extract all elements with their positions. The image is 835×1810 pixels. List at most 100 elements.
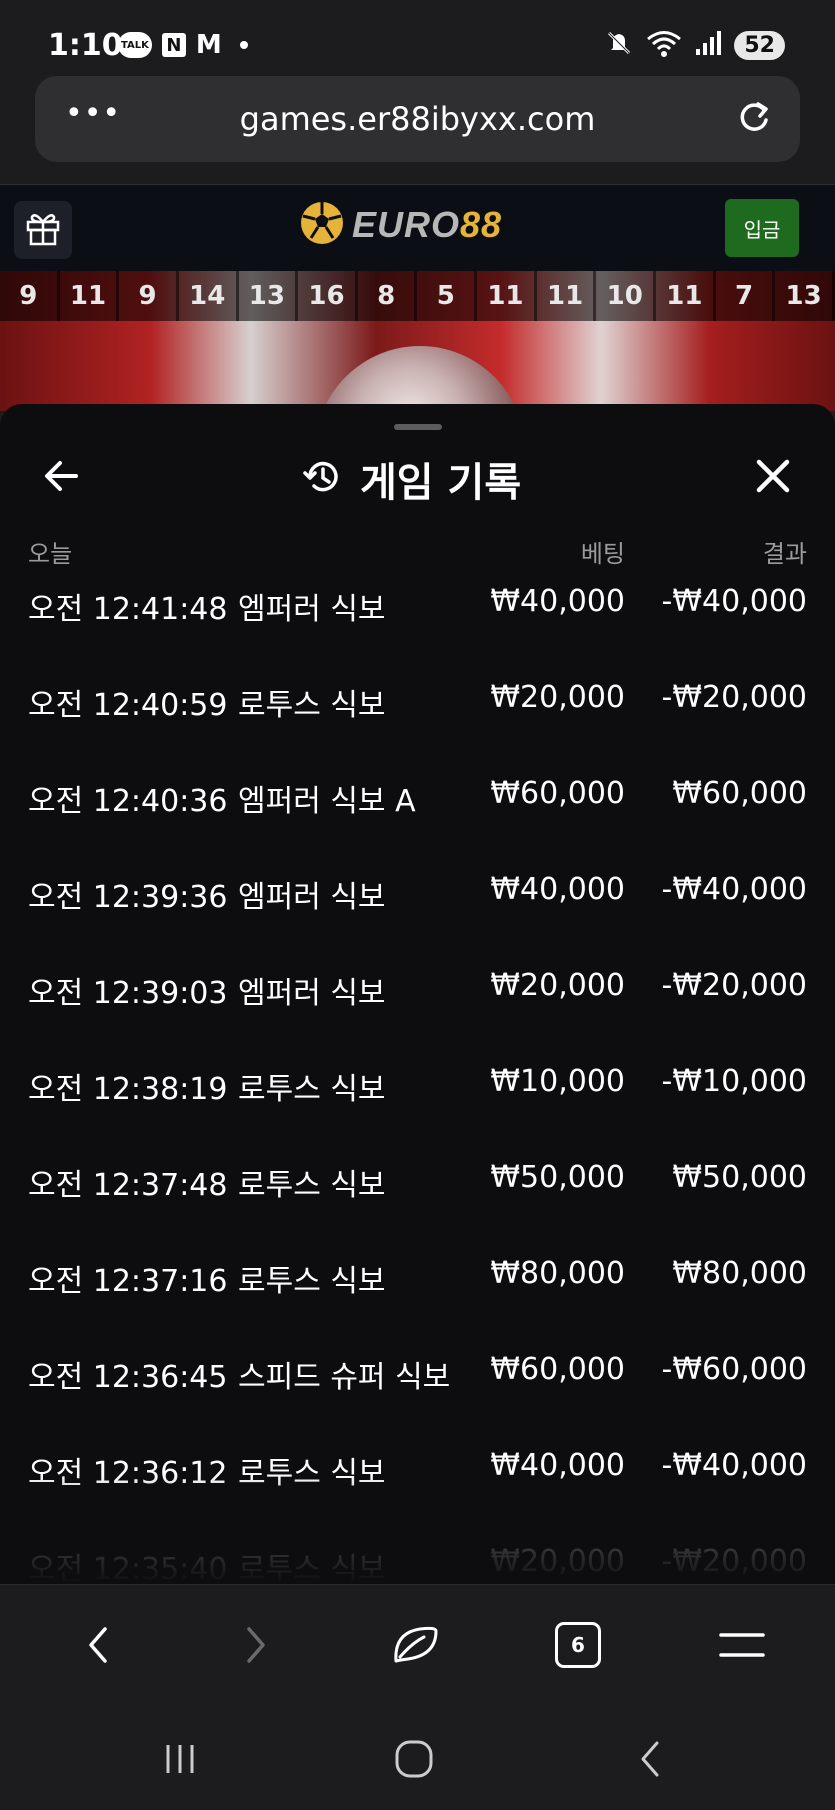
home-leaf-button[interactable] (386, 1615, 446, 1675)
roadmap-cell: 11 (537, 271, 597, 321)
logo-prefix: EURO (352, 204, 461, 245)
row-bet: ₩40,000 (490, 872, 625, 907)
leaf-icon (394, 1626, 438, 1663)
sheet-drag-handle[interactable] (394, 424, 442, 430)
back-button[interactable] (40, 454, 84, 502)
row-result: -₩10,000 (661, 1064, 807, 1099)
euro88-logo[interactable]: EURO88 (298, 199, 502, 251)
clock: 1:10 (48, 28, 123, 63)
history-list[interactable]: 오전 12:41:48 엠퍼러 식보 ₩40,000 -₩40,000 오전 12:40… (0, 584, 835, 1584)
row-result: ₩80,000 (672, 1256, 807, 1291)
soccer-ball-icon (298, 199, 346, 251)
browser-menu-button[interactable] (712, 1615, 772, 1675)
roadmap-cell: 8 (358, 271, 418, 321)
signal-icon (694, 29, 722, 61)
url-text[interactable]: games.er88ibyxx.com (35, 100, 800, 138)
close-button[interactable] (751, 454, 795, 502)
notification-icons: TALK N M (118, 30, 248, 60)
row-time: 오전 12:38:19 (28, 1072, 228, 1107)
wifi-icon (646, 28, 682, 62)
system-status-icons: 52 (604, 28, 785, 62)
row-bet: ₩20,000 (490, 1544, 625, 1579)
row-bet: ₩40,000 (490, 584, 625, 619)
gift-icon (23, 208, 63, 252)
system-back-icon (641, 1741, 659, 1777)
history-row[interactable]: 오전 12:39:36 엠퍼러 식보 ₩40,000 -₩40,000 (0, 872, 835, 968)
system-navigation-bar (0, 1704, 835, 1810)
gift-button[interactable] (14, 201, 72, 259)
sheet-title: 게임 기록 (302, 450, 521, 508)
tabs-count: 6 (555, 1622, 601, 1668)
history-row[interactable]: 오전 12:39:03 엠퍼러 식보 ₩20,000 -₩20,000 (0, 968, 835, 1064)
row-bet: ₩20,000 (490, 968, 625, 1003)
close-icon (756, 459, 790, 493)
row-result: -₩40,000 (661, 584, 807, 619)
row-result: -₩60,000 (661, 1352, 807, 1387)
home-icon (395, 1740, 433, 1778)
row-bet: ₩50,000 (490, 1160, 625, 1195)
history-row[interactable]: 오전 12:40:59 로투스 식보 ₩20,000 -₩20,000 (0, 680, 835, 776)
row-result: -₩20,000 (661, 968, 807, 1003)
row-result: -₩20,000 (661, 680, 807, 715)
recent-apps-button[interactable] (150, 1734, 210, 1784)
roadmap-cell: 13 (775, 271, 835, 321)
history-row[interactable]: 오전 12:40:36 엠퍼러 식보 A ₩60,000 ₩60,000 (0, 776, 835, 872)
roadmap-cell: 14 (179, 271, 239, 321)
reload-icon[interactable] (734, 98, 774, 142)
row-time: 오전 12:37:16 (28, 1264, 228, 1299)
history-icon (302, 456, 344, 502)
history-row[interactable]: 오전 12:35:40 로투스 식보 ₩20,000 -₩20,000 (0, 1544, 835, 1584)
roadmap-cell: 10 (596, 271, 657, 321)
row-result: ₩60,000 (672, 776, 807, 811)
row-bet: ₩60,000 (490, 776, 625, 811)
row-result: ₩50,000 (672, 1160, 807, 1195)
sheet-header: 게임 기록 (0, 444, 835, 514)
site-header: EURO88 입금 (0, 184, 835, 271)
row-result: -₩40,000 (661, 872, 807, 907)
row-bet: ₩60,000 (490, 1352, 625, 1387)
back-arrow-icon (45, 461, 78, 491)
row-time: 오전 12:40:59 (28, 688, 228, 723)
roadmap-cell: 11 (656, 271, 716, 321)
history-row[interactable]: 오전 12:41:48 엠퍼러 식보 ₩40,000 -₩40,000 (0, 584, 835, 680)
game-history-sheet: 게임 기록 오늘 베팅 결과 오전 12:41:48 엠퍼러 식보 ₩40,000 -… (0, 404, 835, 1584)
history-row[interactable]: 오전 12:36:45 스피드 슈퍼 식보 ₩60,000 -₩60,000 (0, 1352, 835, 1448)
naver-icon: N (161, 33, 186, 57)
dice-shaker-image (315, 346, 525, 411)
row-time: 오전 12:39:03 (28, 976, 228, 1011)
system-home-button[interactable] (384, 1734, 444, 1784)
logo-suffix: 88 (460, 204, 503, 245)
row-game: 엠퍼러 식보 A (238, 784, 416, 819)
history-row[interactable]: 오전 12:38:19 로투스 식보 ₩10,000 -₩10,000 (0, 1064, 835, 1160)
chevron-left-icon (89, 1627, 107, 1663)
roadmap-cell: 9 (119, 271, 179, 321)
row-game: 엠퍼러 식보 (238, 880, 386, 915)
roadmap-cell: 11 (477, 271, 537, 321)
row-time: 오전 12:41:48 (28, 592, 228, 627)
roadmap-cell: 13 (239, 271, 299, 321)
browser-forward-button[interactable] (226, 1615, 286, 1675)
logo-text: EURO88 (352, 204, 502, 246)
row-time: 오전 12:35:40 (28, 1552, 228, 1584)
row-result: -₩20,000 (661, 1544, 807, 1579)
deposit-button[interactable]: 입금 (725, 199, 799, 257)
row-bet: ₩40,000 (490, 1448, 625, 1483)
column-header-bet: 베팅 (580, 540, 625, 568)
row-bet: ₩80,000 (490, 1256, 625, 1291)
row-bet: ₩10,000 (490, 1064, 625, 1099)
history-row[interactable]: 오전 12:37:48 로투스 식보 ₩50,000 ₩50,000 (0, 1160, 835, 1256)
row-game: 로투스 식보 (238, 1168, 386, 1203)
tabs-button[interactable]: 6 (548, 1615, 608, 1675)
browser-navigation-bar: 6 (0, 1584, 835, 1705)
roadmap-cell: 9 (0, 271, 60, 321)
column-header-result: 결과 (762, 540, 807, 568)
hamburger-menu-icon (719, 1633, 765, 1657)
browser-back-button[interactable] (68, 1615, 128, 1675)
address-bar[interactable]: ••• games.er88ibyxx.com (35, 76, 800, 162)
history-row[interactable]: 오전 12:36:12 로투스 식보 ₩40,000 -₩40,000 (0, 1448, 835, 1544)
history-row[interactable]: 오전 12:37:16 로투스 식보 ₩80,000 ₩80,000 (0, 1256, 835, 1352)
roadmap-cell: 11 (60, 271, 120, 321)
row-game: 엠퍼러 식보 (238, 976, 386, 1011)
m-app-icon: M (195, 30, 222, 60)
system-back-button[interactable] (620, 1734, 680, 1784)
